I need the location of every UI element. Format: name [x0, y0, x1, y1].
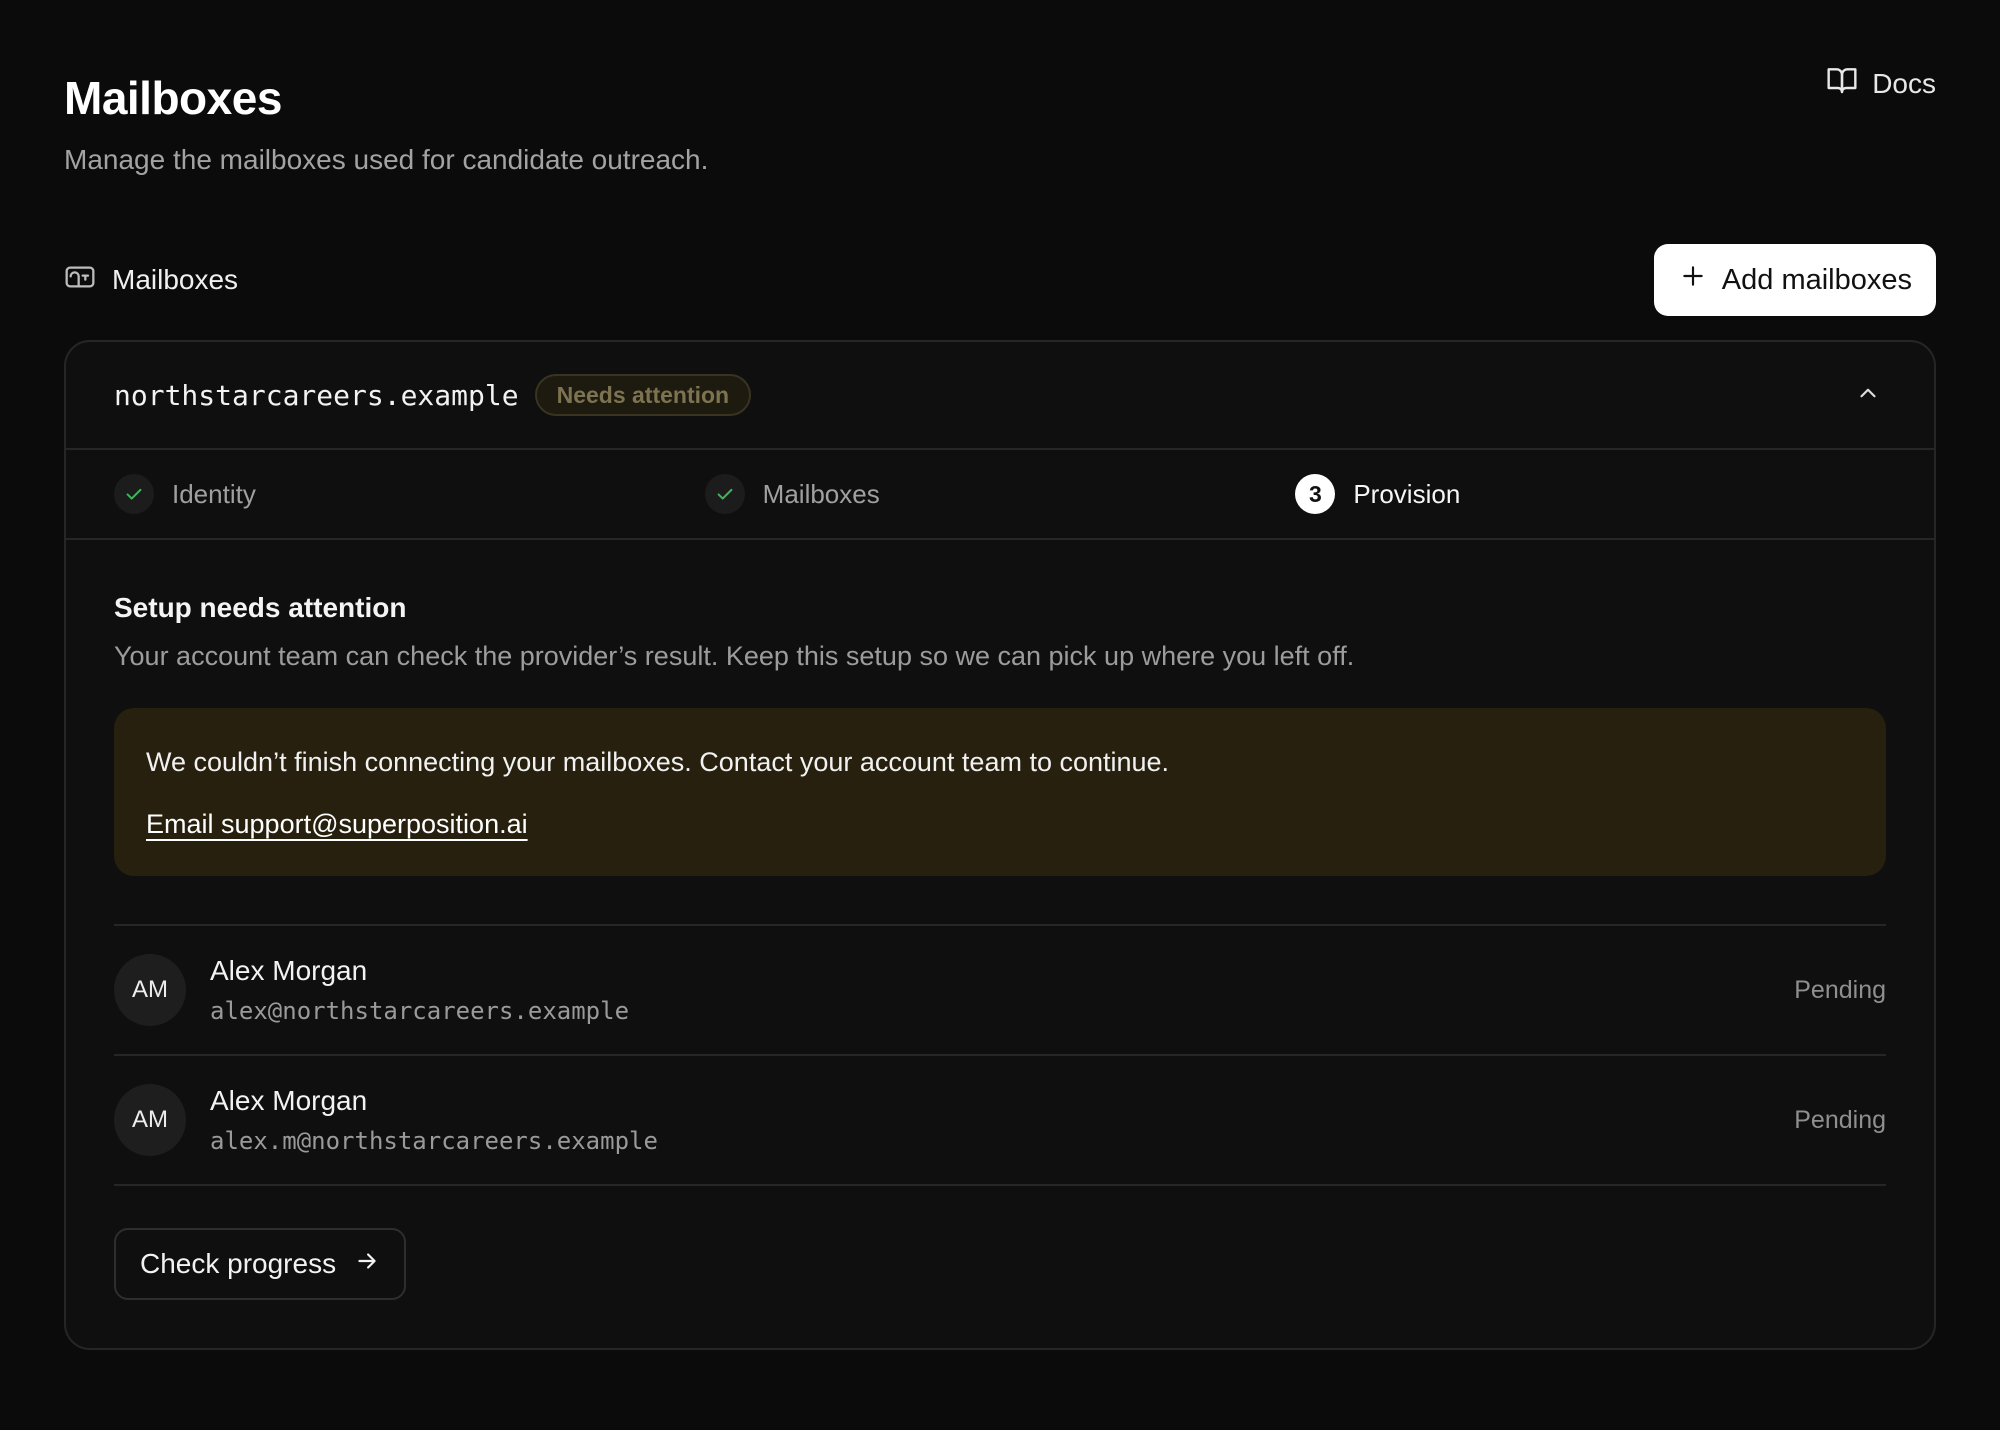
mailbox-info: Alex Morgan alex.m@northstarcareers.exam… — [210, 1083, 658, 1157]
page-title: Mailboxes — [64, 72, 282, 124]
mailbox-list: AM Alex Morgan alex@northstarcareers.exa… — [114, 924, 1886, 1186]
docs-link[interactable]: Docs — [1826, 64, 1936, 103]
domain-card: northstarcareers.example Needs attention… — [64, 340, 1936, 1350]
step-label: Provision — [1353, 478, 1461, 509]
step-mailboxes: Mailboxes — [704, 474, 1296, 514]
mailbox-status: Pending — [1794, 1105, 1886, 1134]
plus-icon — [1680, 263, 1706, 297]
docs-label: Docs — [1872, 67, 1936, 99]
page-subtitle: Manage the mailboxes used for candidate … — [64, 144, 709, 175]
step-label: Mailboxes — [762, 478, 880, 509]
setup-title: Setup needs attention — [114, 592, 407, 623]
step-number: 3 — [1295, 474, 1336, 514]
avatar: AM — [114, 1084, 186, 1156]
chevron-up-icon — [1855, 380, 1881, 411]
book-open-icon — [1826, 64, 1858, 103]
page-header: Mailboxes Manage the mailboxes used for … — [64, 0, 1936, 178]
mailbox-status: Pending — [1794, 975, 1886, 1004]
setup-stepper: Identity Mailboxes 3 Provision — [66, 450, 1934, 540]
mailbox-name: Alex Morgan — [210, 955, 368, 986]
mailbox-email: alex.m@northstarcareers.example — [210, 1127, 658, 1155]
avatar: AM — [114, 954, 186, 1026]
step-provision: 3 Provision — [1295, 474, 1886, 514]
check-icon — [114, 474, 154, 514]
mailbox-info: Alex Morgan alex@northstarcareers.exampl… — [210, 953, 629, 1027]
check-icon — [704, 474, 745, 514]
setup-description: Your account team can check the provider… — [114, 641, 1355, 671]
step-label: Identity — [172, 478, 256, 509]
check-progress-button[interactable]: Check progress — [114, 1228, 407, 1300]
mailbox-email: alex@northstarcareers.example — [210, 997, 630, 1025]
section-row: Mailboxes Add mailboxes — [64, 244, 1936, 316]
add-mailboxes-label: Add mailboxes — [1721, 263, 1912, 296]
domain-name: northstarcareers.example — [114, 378, 519, 412]
warning-alert: We couldn’t finish connecting your mailb… — [114, 708, 1886, 876]
collapse-button[interactable] — [1848, 375, 1888, 415]
email-support-link[interactable]: Email support@superposition.ai — [146, 806, 528, 842]
domain-card-header[interactable]: northstarcareers.example Needs attention — [66, 342, 1934, 450]
mailboxes-page: Mailboxes Manage the mailboxes used for … — [0, 0, 2000, 1430]
status-badge: Needs attention — [534, 374, 752, 416]
step-identity: Identity — [114, 474, 705, 514]
alert-message: We couldn’t finish connecting your mailb… — [146, 747, 1170, 777]
add-mailboxes-button[interactable]: Add mailboxes — [1653, 244, 1936, 316]
mailbox-name: Alex Morgan — [210, 1085, 368, 1116]
mailbox-row: AM Alex Morgan alex.m@northstarcareers.e… — [114, 1056, 1886, 1186]
section-title: Mailboxes — [112, 264, 239, 295]
card-body: Setup needs attention Your account team … — [66, 540, 1934, 1348]
arrow-right-icon — [354, 1248, 380, 1281]
section-label: Mailboxes — [64, 261, 238, 300]
mailbox-icon — [64, 261, 96, 300]
mailbox-row: AM Alex Morgan alex@northstarcareers.exa… — [114, 926, 1886, 1056]
check-progress-label: Check progress — [140, 1248, 337, 1279]
